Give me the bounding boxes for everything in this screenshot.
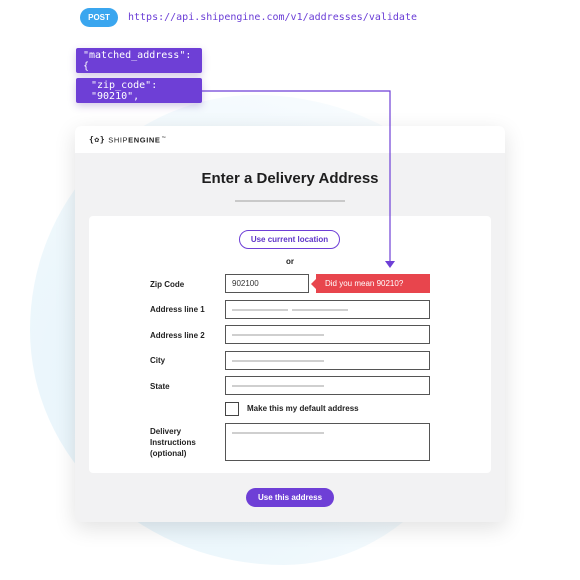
endpoint-url: https://api.shipengine.com/v1/addresses/… [128, 11, 417, 23]
http-method-badge: POST [80, 7, 118, 27]
placeholder-bar [232, 360, 324, 362]
city-input[interactable] [225, 351, 430, 370]
address-line-1-label: Address line 1 [150, 305, 205, 314]
address-line-2-label: Address line 2 [150, 331, 205, 340]
trademark: ™ [161, 134, 167, 140]
address-line-1-input[interactable] [225, 300, 430, 319]
zip-suggestion-tooltip[interactable]: Did you mean 90210? [311, 274, 430, 293]
request-bar: POST https://api.shipengine.com/v1/addre… [80, 7, 417, 27]
delivery-instructions-input[interactable] [225, 423, 430, 461]
delivery-instructions-label: Delivery Instructions (optional) [150, 427, 196, 458]
zip-code-label: Zip Code [150, 280, 185, 289]
or-divider: or [286, 257, 294, 266]
state-label: State [150, 382, 170, 391]
response-snippet-zip-code: "zip_code": "90210", [76, 78, 202, 103]
state-input[interactable] [225, 376, 430, 395]
address-form: Use current location or Zip Code 902100 … [89, 216, 491, 473]
placeholder-bar [232, 309, 288, 311]
address-line-2-input[interactable] [225, 325, 430, 344]
delivery-address-card: {✿} SHIPENGINE™ Enter a Delivery Address… [75, 126, 505, 522]
default-address-checkbox[interactable] [225, 402, 239, 416]
placeholder-bar [292, 309, 348, 311]
use-this-address-button[interactable]: Use this address [246, 488, 334, 507]
placeholder-bar [232, 334, 324, 336]
card-header: {✿} SHIPENGINE™ [75, 126, 505, 153]
page-title: Enter a Delivery Address [201, 170, 379, 187]
zip-code-input[interactable]: 902100 [225, 274, 309, 293]
title-underline [235, 200, 345, 202]
placeholder-bar [232, 385, 324, 387]
placeholder-bar [232, 432, 324, 434]
shipengine-logo: {✿} SHIPENGINE™ [89, 135, 166, 145]
shipengine-logo-icon: {✿} [89, 135, 106, 144]
default-address-label: Make this my default address [247, 404, 359, 413]
logo-text-bold: ENGINE [128, 135, 161, 145]
response-snippet-matched-address: "matched_address": { [76, 48, 202, 73]
city-label: City [150, 356, 166, 365]
use-current-location-button[interactable]: Use current location [239, 230, 340, 249]
logo-text-light: SHIP [108, 135, 129, 145]
